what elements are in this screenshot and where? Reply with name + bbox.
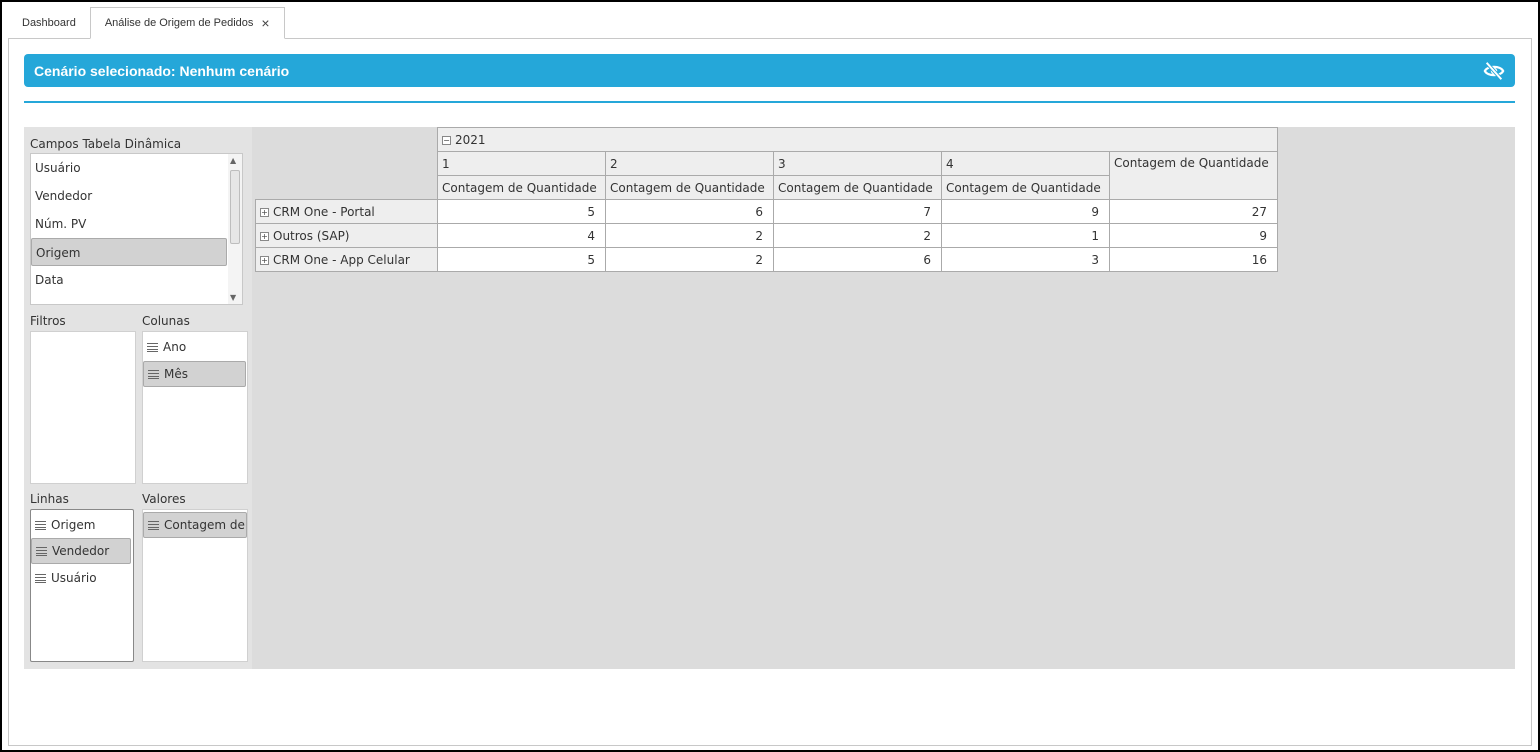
collapse-icon[interactable]: − [442, 135, 451, 145]
corner-cell [255, 175, 438, 200]
table-row: + CRM One - Portal 5 6 7 9 27 [255, 199, 1278, 224]
value-cell: 5 [437, 199, 606, 224]
list-icon [35, 573, 46, 583]
value-cell: 2 [605, 247, 774, 272]
tab-label: Dashboard [22, 17, 76, 29]
field-item[interactable]: Vendedor [31, 182, 227, 210]
tab-bar: Dashboard Análise de Origem de Pedidos × [8, 7, 285, 39]
row-header[interactable]: + CRM One - Portal [255, 199, 438, 224]
measure-header: Contagem de Quantidade [941, 175, 1110, 200]
row-label: CRM One - App Celular [273, 252, 410, 267]
row-header[interactable]: + CRM One - App Celular [255, 247, 438, 272]
expand-icon[interactable]: + [260, 207, 269, 217]
month-header[interactable]: 2 [605, 151, 774, 176]
values-label: Valores [142, 492, 186, 506]
row-field-usuario[interactable]: Usuário [31, 565, 133, 591]
row-field-origem[interactable]: Origem [31, 512, 133, 538]
row-label: Outros (SAP) [273, 228, 350, 243]
total-cell: 27 [1109, 199, 1278, 224]
grand-total-header: Contagem de Quantidade [1109, 151, 1278, 200]
field-list-scrollbar[interactable]: ▲ ▼ [228, 154, 242, 304]
value-cell: 2 [605, 223, 774, 248]
year-label: 2021 [455, 132, 486, 147]
row-label: CRM One - Portal [273, 204, 375, 219]
total-cell: 9 [1109, 223, 1278, 248]
tab-analise-origem-pedidos[interactable]: Análise de Origem de Pedidos × [89, 7, 285, 39]
chip-label: Origem [51, 518, 96, 532]
month-header[interactable]: 3 [773, 151, 942, 176]
month-header[interactable]: 4 [941, 151, 1110, 176]
expand-icon[interactable]: + [260, 255, 269, 265]
columns-label: Colunas [142, 314, 190, 328]
value-cell: 7 [773, 199, 942, 224]
column-field-mes[interactable]: Mês [143, 361, 246, 387]
pivot-table: −2021 1 2 3 4 Contagem de Quantidade Con… [255, 127, 1278, 272]
chip-label: Vendedor [52, 544, 110, 558]
measure-header: Contagem de Quantidade [773, 175, 942, 200]
rows-dropzone[interactable]: Origem Vendedor Usuário [30, 509, 134, 662]
table-row: + Outros (SAP) 4 2 2 1 9 [255, 223, 1278, 248]
scroll-up-icon[interactable]: ▲ [230, 156, 236, 165]
expand-icon[interactable]: + [260, 231, 269, 241]
chip-label: Usuário [51, 571, 97, 585]
values-dropzone[interactable]: Contagem de Quantidade [142, 509, 248, 662]
value-cell: 4 [437, 223, 606, 248]
measure-header: Contagem de Quantidade [605, 175, 774, 200]
scenario-title: Cenário selecionado: Nenhum cenário [34, 62, 290, 79]
row-field-vendedor[interactable]: Vendedor [31, 538, 131, 564]
field-item[interactable]: Usuário [31, 154, 227, 182]
chip-label: Ano [163, 340, 187, 354]
table-row: + CRM One - App Celular 5 2 6 3 16 [255, 247, 1278, 272]
close-icon[interactable]: × [261, 15, 269, 31]
value-cell: 9 [941, 199, 1110, 224]
value-cell: 6 [605, 199, 774, 224]
field-item[interactable]: Data [31, 266, 227, 294]
scroll-down-icon[interactable]: ▼ [230, 293, 236, 302]
pivot-grid: −2021 1 2 3 4 Contagem de Quantidade Con… [255, 127, 1515, 669]
field-item[interactable]: Núm. PV [31, 210, 227, 238]
value-cell: 3 [941, 247, 1110, 272]
list-icon [148, 520, 159, 530]
value-cell: 2 [773, 223, 942, 248]
value-cell: 5 [437, 247, 606, 272]
tab-label: Análise de Origem de Pedidos [104, 17, 254, 29]
fields-panel-title: Campos Tabela Dinâmica [30, 137, 182, 151]
value-cell: 1 [941, 223, 1110, 248]
section-divider [24, 101, 1515, 103]
list-icon [36, 546, 47, 556]
eye-off-icon[interactable] [1483, 60, 1505, 82]
scrollbar-thumb[interactable] [230, 170, 240, 244]
tab-dashboard[interactable]: Dashboard [8, 7, 90, 39]
field-list[interactable]: Usuário Vendedor Núm. PV Origem Data ▲ ▼ [30, 153, 243, 305]
list-icon [147, 342, 158, 352]
list-icon [35, 520, 46, 530]
month-header[interactable]: 1 [437, 151, 606, 176]
corner-cell [255, 151, 438, 176]
scenario-bar: Cenário selecionado: Nenhum cenário [24, 54, 1515, 87]
chip-label: Contagem de Quantidade [164, 518, 246, 532]
field-item-selected[interactable]: Origem [31, 238, 227, 266]
value-field-contagem[interactable]: Contagem de Quantidade [143, 512, 247, 538]
value-cell: 6 [773, 247, 942, 272]
measure-header: Contagem de Quantidade [437, 175, 606, 200]
list-icon [148, 369, 159, 379]
filters-label: Filtros [30, 314, 66, 328]
year-header[interactable]: −2021 [437, 127, 1278, 152]
filters-dropzone[interactable] [30, 331, 136, 484]
columns-dropzone[interactable]: Ano Mês [142, 331, 248, 484]
column-field-ano[interactable]: Ano [143, 334, 247, 360]
row-header[interactable]: + Outros (SAP) [255, 223, 438, 248]
corner-cell [255, 127, 438, 152]
rows-label: Linhas [30, 492, 69, 506]
total-cell: 16 [1109, 247, 1278, 272]
chip-label: Mês [164, 367, 188, 381]
